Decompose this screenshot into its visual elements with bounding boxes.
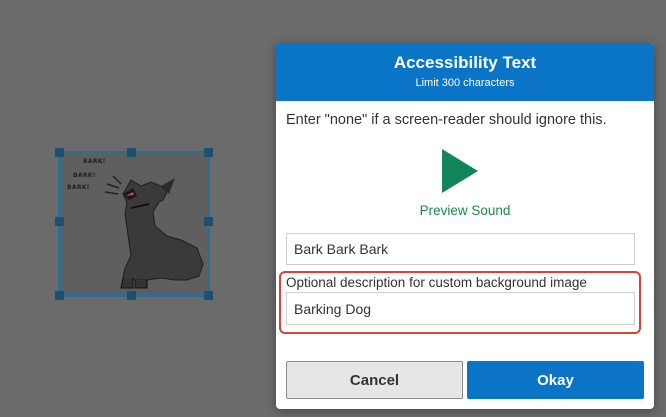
preview-sound-link[interactable]: Preview Sound [276, 203, 654, 218]
resize-handle-bottom-center[interactable] [127, 291, 136, 300]
play-icon [442, 149, 478, 193]
selected-image[interactable]: BARK! BARK! BARK! [55, 148, 213, 300]
screen-reader-hint: Enter "none" if a screen-reader should i… [286, 112, 607, 128]
okay-button[interactable]: Okay [467, 361, 644, 399]
dialog-header: Accessibility Text Limit 300 characters [276, 43, 654, 101]
resize-handle-bottom-left[interactable] [55, 291, 64, 300]
resize-handle-top-right[interactable] [204, 148, 213, 157]
dialog-title: Accessibility Text [393, 53, 537, 72]
bark-text-3: BARK! [67, 184, 90, 191]
accessibility-text-input[interactable] [286, 233, 635, 265]
bark-text-2: BARK! [73, 172, 96, 179]
description-label: Optional description for custom backgrou… [286, 275, 587, 290]
resize-handle-middle-right[interactable] [204, 217, 213, 226]
cancel-button[interactable]: Cancel [286, 361, 463, 399]
preview-sound-button[interactable] [442, 149, 478, 193]
background-description-input[interactable] [286, 292, 635, 325]
dialog-subtitle: Limit 300 characters [415, 77, 515, 89]
resize-handle-bottom-right[interactable] [204, 291, 213, 300]
resize-handle-middle-left[interactable] [55, 217, 64, 226]
resize-handle-top-left[interactable] [55, 148, 64, 157]
accessibility-dialog: Accessibility Text Limit 300 characters … [276, 43, 654, 409]
resize-handle-top-center[interactable] [127, 148, 136, 157]
bark-text-1: BARK! [83, 158, 106, 165]
